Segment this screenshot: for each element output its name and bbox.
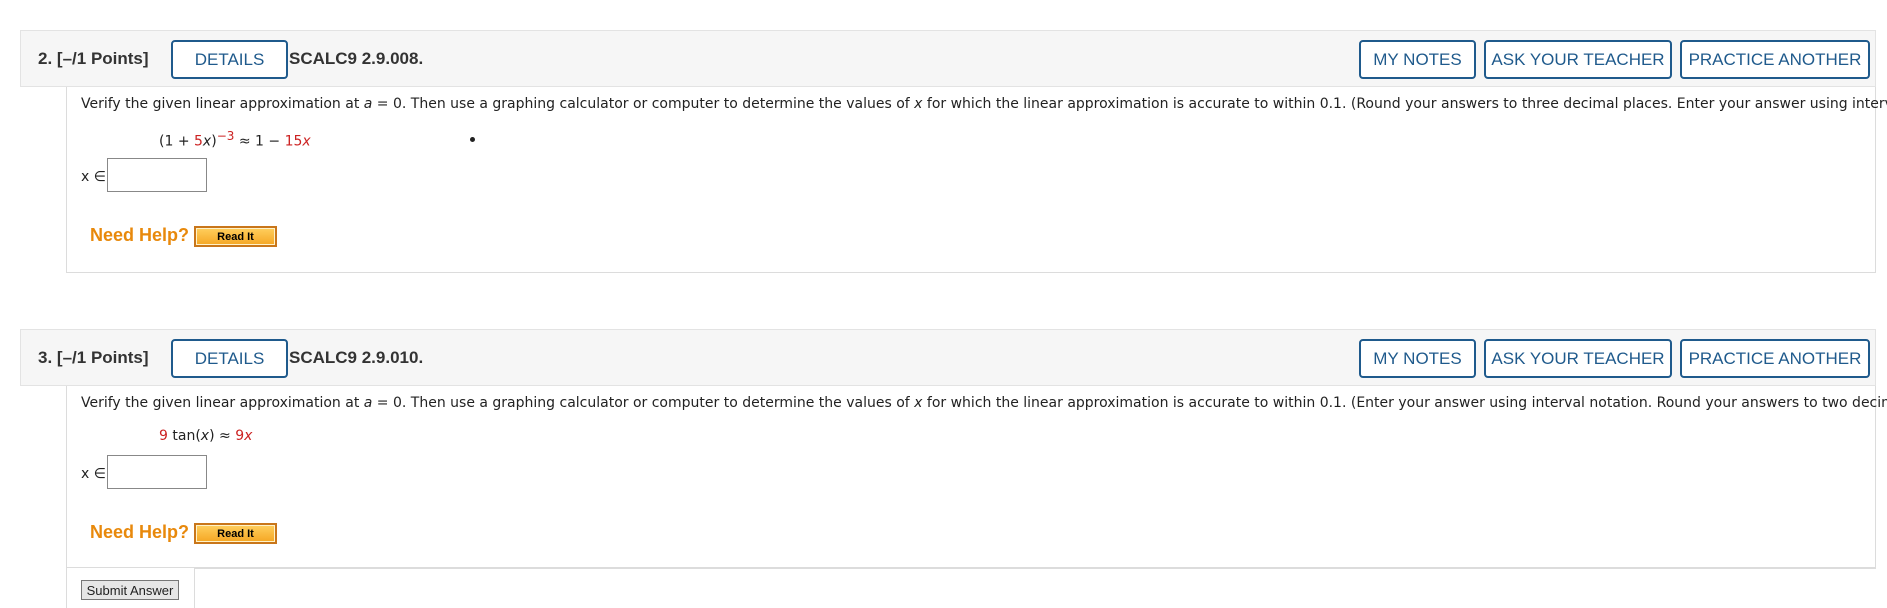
question-3-body: Verify the given linear approximation at… xyxy=(66,386,1887,568)
ask-your-teacher-button[interactable]: ASK YOUR TEACHER xyxy=(1484,40,1672,79)
points-label: [–/1 Points] xyxy=(56,49,149,68)
question-2-title: 2. [–/1 Points] xyxy=(38,49,149,69)
practice-another-button[interactable]: PRACTICE ANOTHER xyxy=(1680,339,1870,378)
details-button[interactable]: DETAILS xyxy=(171,339,288,378)
approximation-formula: (1 + 5x)−3 ≈ 1 − 15x xyxy=(159,129,311,150)
my-notes-button[interactable]: MY NOTES xyxy=(1359,40,1476,79)
footer-panel xyxy=(194,568,1876,608)
problem-code: SCALC9 2.9.010. xyxy=(289,348,424,367)
question-2-body: Verify the given linear approximation at… xyxy=(66,87,1887,273)
footer-left-rule xyxy=(66,568,67,608)
answer-input[interactable] xyxy=(107,455,207,489)
approximation-formula: 9 tan(x) ≈ 9x xyxy=(159,428,253,444)
practice-another-button[interactable]: PRACTICE ANOTHER xyxy=(1680,40,1870,79)
question-number: 2. xyxy=(38,49,53,68)
question-3-header: 3. [–/1 Points] DETAILS SCALC9 2.9.010. … xyxy=(20,329,1876,386)
points-label: [–/1 Points] xyxy=(56,348,149,367)
question-prompt: Verify the given linear approximation at… xyxy=(81,395,1887,411)
read-it-button[interactable]: Read It xyxy=(194,523,277,544)
need-help-label: Need Help? xyxy=(90,522,190,542)
answer-input[interactable] xyxy=(107,158,207,192)
answer-label: x ∈ xyxy=(81,466,106,482)
need-help-label: Need Help? xyxy=(90,225,190,245)
question-3-title: 3. [–/1 Points] xyxy=(38,348,149,368)
answer-label: x ∈ xyxy=(81,169,106,185)
read-it-button[interactable]: Read It xyxy=(194,226,277,247)
ask-your-teacher-button[interactable]: ASK YOUR TEACHER xyxy=(1484,339,1672,378)
problem-code: SCALC9 2.9.008. xyxy=(289,49,424,68)
question-prompt: Verify the given linear approximation at… xyxy=(81,96,1887,112)
question-number: 3. xyxy=(38,348,53,367)
my-notes-button[interactable]: MY NOTES xyxy=(1359,339,1476,378)
details-button[interactable]: DETAILS xyxy=(171,40,288,79)
question-2-header: 2. [–/1 Points] DETAILS SCALC9 2.9.008. … xyxy=(20,30,1876,87)
cursor-dot xyxy=(470,137,475,142)
submit-answer-button[interactable]: Submit Answer xyxy=(81,580,179,600)
